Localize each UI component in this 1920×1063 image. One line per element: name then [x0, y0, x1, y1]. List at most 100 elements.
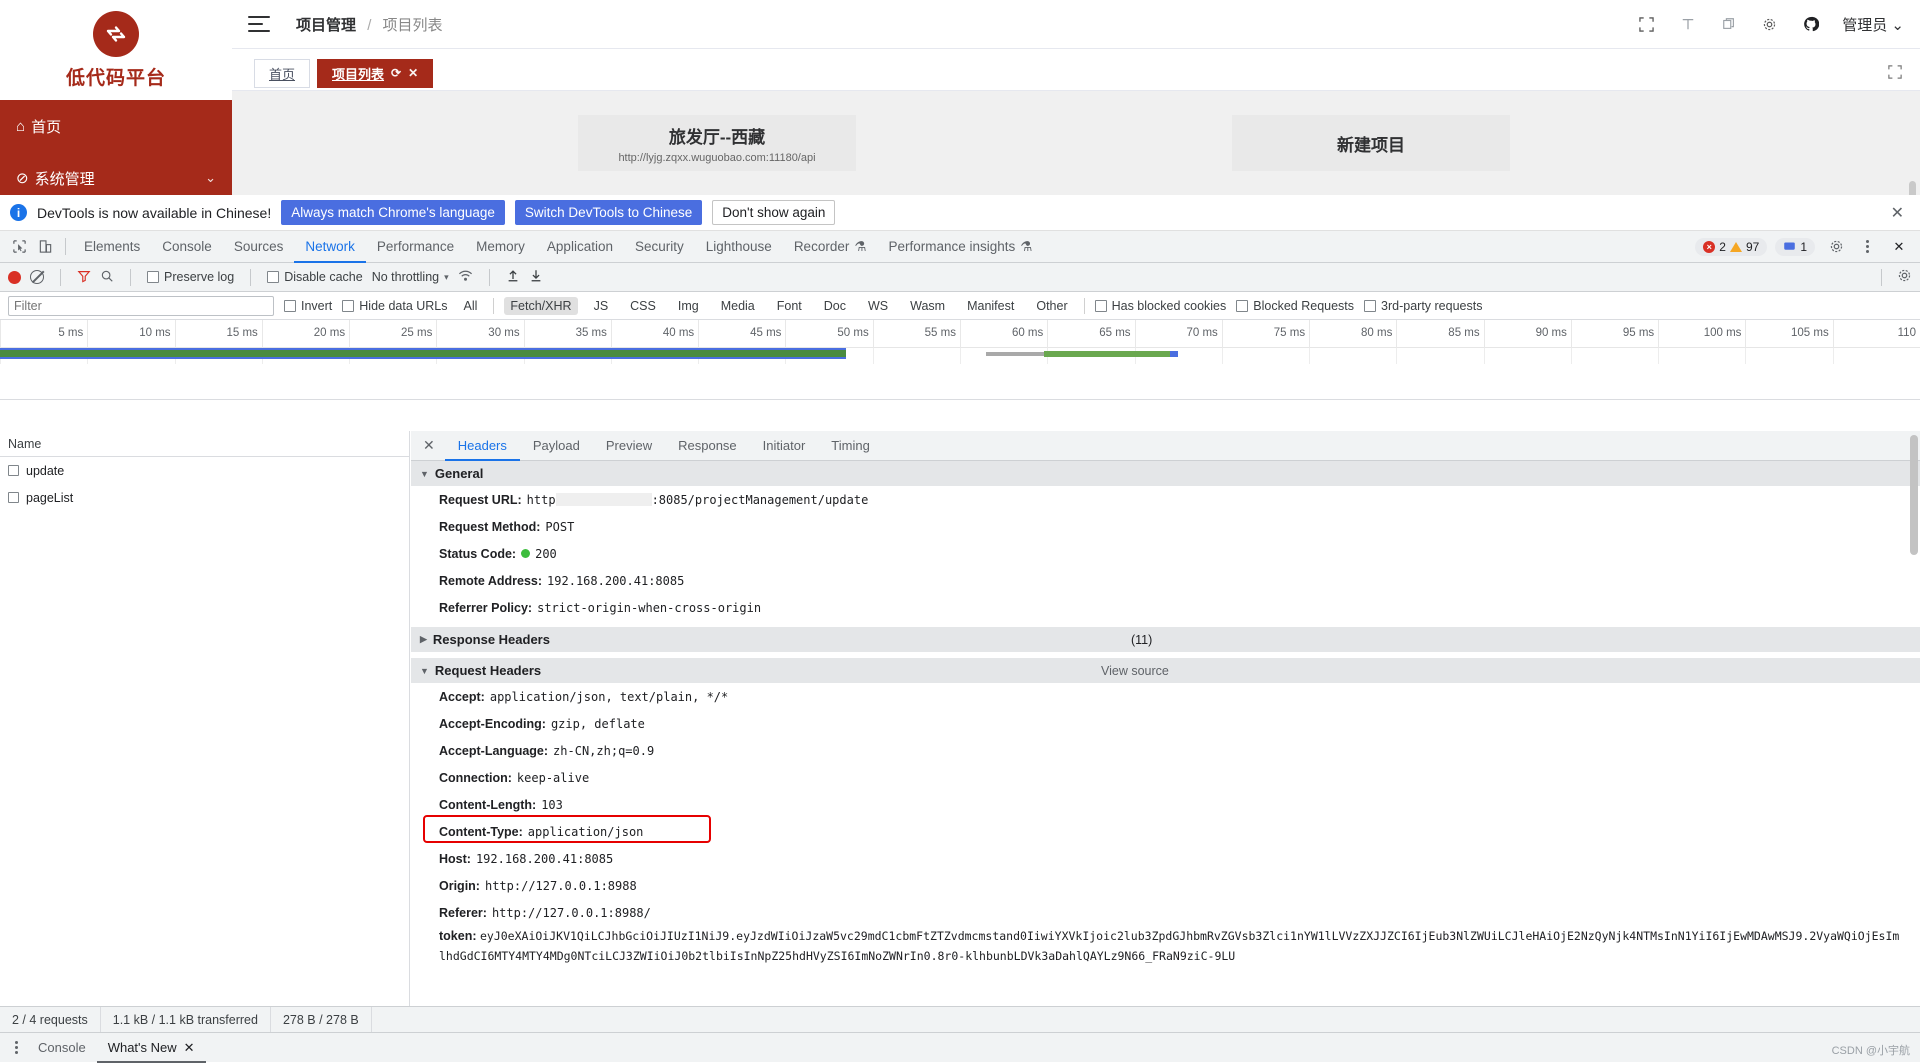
close-icon[interactable]: ✕: [184, 1040, 195, 1056]
checkbox[interactable]: [1094, 299, 1107, 312]
row-checkbox[interactable]: [8, 492, 19, 503]
close-icon[interactable]: ✕: [1886, 234, 1912, 260]
table-row[interactable]: update: [0, 457, 409, 484]
devtools-tab-memory[interactable]: Memory: [465, 231, 536, 263]
tabbar-actions: chevron-down-icon: [1870, 64, 1920, 82]
filter-input[interactable]: [8, 295, 274, 316]
section-general[interactable]: ▼ General: [411, 461, 1920, 486]
detail-scrollbar[interactable]: [1910, 435, 1918, 555]
import-har-icon[interactable]: [506, 268, 520, 286]
kebab-icon[interactable]: [1857, 240, 1878, 253]
filter-icon[interactable]: [77, 269, 91, 286]
hide-data-urls-checkbox[interactable]: Hide data URLs: [342, 299, 448, 313]
fullscreen-icon[interactable]: [1637, 15, 1656, 34]
checkbox[interactable]: [1236, 299, 1249, 312]
dont-show-again-button[interactable]: Don't show again: [712, 200, 836, 225]
devtools-tab-security[interactable]: Security: [624, 231, 695, 263]
row-checkbox[interactable]: [8, 465, 19, 476]
filter-type-font[interactable]: Font: [771, 297, 808, 315]
export-har-icon[interactable]: [529, 268, 543, 286]
hamburger-icon[interactable]: [248, 16, 270, 32]
detail-tab-response[interactable]: Response: [665, 431, 750, 461]
filter-type-doc[interactable]: Doc: [818, 297, 852, 315]
messages-badge[interactable]: 1: [1775, 237, 1815, 256]
device-toolbar-icon[interactable]: [32, 234, 58, 260]
inspect-element-icon[interactable]: [6, 234, 32, 260]
app-tab-project-list[interactable]: 项目列表 ⟳ ✕: [317, 58, 434, 88]
copy-icon[interactable]: [1719, 15, 1738, 34]
has-blocked-cookies-checkbox[interactable]: Has blocked cookies: [1094, 299, 1226, 313]
checkbox[interactable]: [1364, 299, 1377, 312]
devtools-tab-sources[interactable]: Sources: [223, 231, 295, 263]
switch-devtools-language-button[interactable]: Switch DevTools to Chinese: [514, 200, 703, 225]
filter-type-media[interactable]: Media: [715, 297, 761, 315]
kebab-icon[interactable]: [6, 1041, 27, 1054]
detail-tab-timing[interactable]: Timing: [818, 431, 883, 461]
filter-type-manifest[interactable]: Manifest: [961, 297, 1020, 315]
devtools-tab-console-label: Console: [162, 239, 212, 254]
filter-type-wasm[interactable]: Wasm: [904, 297, 951, 315]
checkbox[interactable]: [284, 299, 296, 312]
text-size-icon[interactable]: [1678, 15, 1697, 34]
filter-type-img[interactable]: Img: [672, 297, 705, 315]
network-filter-bar: Invert Hide data URLs All Fetch/XHR JS C…: [0, 292, 1920, 320]
checkbox[interactable]: [147, 271, 159, 283]
throttling-select[interactable]: No throttling ▾: [372, 270, 449, 284]
close-icon[interactable]: ✕: [408, 66, 418, 80]
project-card[interactable]: 旅发厅--西藏 http://lyjg.zqxx.wuguobao.com:11…: [578, 115, 856, 171]
drawer-tab-whats-new[interactable]: What's New ✕: [97, 1033, 206, 1063]
blocked-requests-checkbox[interactable]: Blocked Requests: [1236, 299, 1354, 313]
detail-tab-headers[interactable]: Headers: [445, 431, 520, 461]
brand-name: 低代码平台: [65, 67, 166, 89]
divider: [130, 268, 131, 286]
table-row[interactable]: pageList: [0, 484, 409, 511]
new-project-card[interactable]: 新建项目: [1232, 115, 1510, 171]
network-overview[interactable]: 5 ms 10 ms 15 ms 20 ms 25 ms 30 ms 35 ms 40 ms 4…: [0, 320, 1920, 400]
devtools-tab-performance[interactable]: Performance: [366, 231, 465, 263]
invert-checkbox[interactable]: Invert: [284, 299, 332, 313]
filter-type-fetch-xhr[interactable]: Fetch/XHR: [504, 296, 578, 315]
filter-type-ws[interactable]: WS: [862, 297, 894, 315]
gear-icon[interactable]: [1760, 15, 1779, 34]
warning-icon: [1729, 241, 1742, 252]
app-tab-home[interactable]: 首页: [254, 58, 311, 88]
filter-type-all[interactable]: All: [458, 297, 484, 315]
always-match-language-button[interactable]: Always match Chrome's language: [281, 200, 505, 225]
filter-type-css[interactable]: CSS: [624, 297, 662, 315]
devtools-tab-performance-insights[interactable]: Performance insights ⚗: [877, 231, 1043, 263]
checkbox[interactable]: [267, 271, 280, 283]
detail-tab-initiator[interactable]: Initiator: [750, 431, 819, 461]
clear-icon[interactable]: [30, 270, 44, 284]
sidebar-item-home[interactable]: ⌂ 首页: [0, 100, 232, 152]
expand-icon[interactable]: [1888, 64, 1902, 82]
close-icon[interactable]: ✕: [1891, 203, 1910, 223]
detail-tab-payload[interactable]: Payload: [520, 431, 593, 461]
devtools-tab-recorder[interactable]: Recorder ⚗: [783, 231, 878, 263]
detail-tab-preview[interactable]: Preview: [593, 431, 665, 461]
disable-cache-checkbox[interactable]: Disable cache: [267, 270, 363, 284]
wifi-settings-icon[interactable]: [458, 268, 473, 286]
network-settings-icon[interactable]: [1897, 268, 1912, 286]
view-source-link[interactable]: View source: [1101, 664, 1169, 678]
user-menu[interactable]: 管理员 ⌄: [1842, 14, 1904, 35]
filter-type-js[interactable]: JS: [588, 297, 615, 315]
section-request-headers[interactable]: ▼ Request Headers View source: [411, 658, 1920, 683]
third-party-requests-checkbox[interactable]: 3rd-party requests: [1364, 299, 1482, 313]
filter-type-other[interactable]: Other: [1030, 297, 1073, 315]
gear-icon[interactable]: [1823, 234, 1849, 260]
github-icon[interactable]: [1801, 15, 1820, 34]
devtools-tab-network[interactable]: Network: [294, 231, 366, 263]
search-icon[interactable]: [100, 269, 114, 286]
refresh-icon[interactable]: ⟳: [391, 66, 401, 80]
close-icon[interactable]: ✕: [419, 437, 445, 454]
record-icon[interactable]: [8, 270, 21, 284]
checkbox[interactable]: [342, 299, 355, 312]
drawer-tab-console[interactable]: Console: [27, 1033, 97, 1063]
issues-badge[interactable]: × 2 97: [1695, 237, 1768, 256]
devtools-tab-elements[interactable]: Elements: [73, 231, 151, 263]
devtools-tab-lighthouse[interactable]: Lighthouse: [695, 231, 783, 263]
preserve-log-checkbox[interactable]: Preserve log: [147, 270, 234, 284]
devtools-tab-console[interactable]: Console: [151, 231, 223, 263]
devtools-tab-application[interactable]: Application: [536, 231, 624, 263]
section-response-headers[interactable]: ▶ Response Headers (11): [411, 627, 1920, 652]
